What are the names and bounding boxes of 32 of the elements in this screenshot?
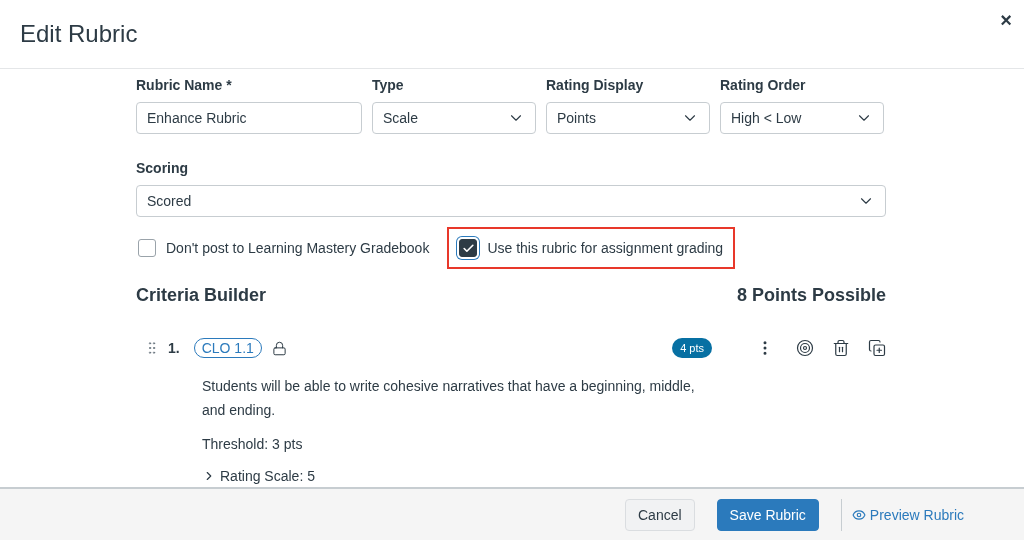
input-field[interactable]: Enhance Rubric (136, 102, 362, 134)
close-button[interactable]: × (1000, 10, 1012, 30)
select-field[interactable]: Scale (372, 102, 536, 134)
trash-icon[interactable] (832, 339, 850, 357)
check-icon (461, 241, 475, 255)
target-icon[interactable] (796, 339, 814, 357)
checkbox[interactable] (459, 239, 478, 257)
criterion-description: Students will be able to write cohesive narratives that have a beginning, middle, and ending. (202, 377, 696, 420)
threshold-text: Threshold: 3 pts (202, 436, 304, 452)
checkbox-label: Don't post to Learning Mastery Gradebook (166, 240, 430, 256)
field-label: Rating Display (546, 77, 645, 94)
field-label: Type (372, 77, 405, 94)
duplicate-icon[interactable] (868, 339, 886, 357)
save-button[interactable]: Save Rubric (716, 498, 819, 531)
eye-icon (851, 507, 866, 522)
section-title: Criteria Builder (136, 285, 267, 306)
checkbox-label: Use this rubric for assignment grading (487, 240, 724, 256)
criterion-number: 1. (168, 340, 180, 356)
preview-link[interactable]: Preview Rubric (851, 506, 964, 523)
field-label: Scoring (136, 160, 190, 177)
field-label: Rubric Name * (136, 77, 233, 94)
checkbox[interactable] (138, 239, 156, 257)
cancel-button[interactable]: Cancel (625, 498, 695, 531)
points-total: 8 Points Possible (736, 285, 886, 306)
select-field[interactable]: High < Low (720, 102, 884, 134)
points-badge: 4 pts (672, 338, 712, 358)
lock-icon (271, 340, 287, 356)
rating-scale-toggle[interactable]: Rating Scale: 5 (202, 468, 315, 484)
dialog-title: Edit Rubric (20, 20, 138, 48)
select-field[interactable]: Scored (136, 185, 886, 217)
field-label: Rating Order (720, 77, 807, 94)
select-field[interactable]: Points (546, 102, 710, 134)
